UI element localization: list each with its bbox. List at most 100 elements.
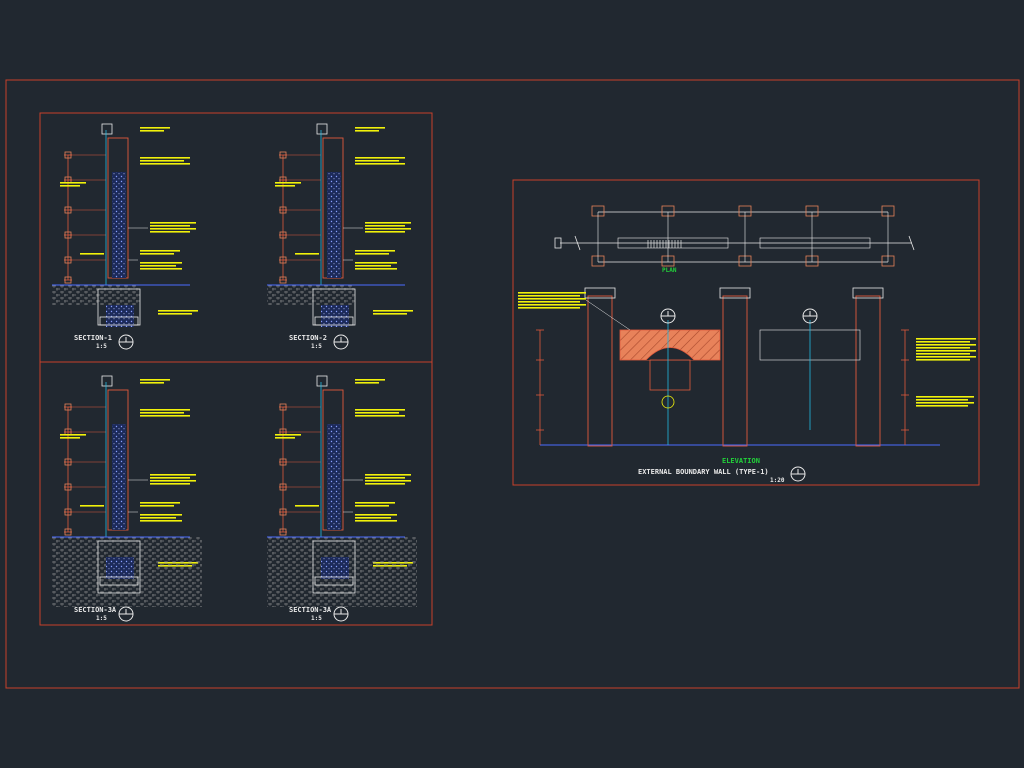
annotation-note-icon (140, 250, 180, 255)
annotation-note-icon (355, 262, 397, 270)
annotation-note-bar (373, 310, 413, 312)
annotation-note-bar (140, 520, 182, 522)
pillar-cap (719, 287, 751, 299)
annotation-note-bar (355, 382, 379, 384)
annotation-note-bar (140, 160, 184, 162)
annotation-note-bar (355, 520, 397, 522)
annotation-note-icon (295, 505, 319, 507)
annotation-note-bar (355, 412, 399, 414)
annotation-note-icon (140, 127, 170, 132)
annotation-note-bar (365, 480, 411, 482)
annotation-note-bar (916, 405, 968, 407)
soil-fill (52, 285, 140, 305)
annotation-note-bar (150, 483, 190, 485)
annotation-note-icon (373, 310, 413, 315)
annotation-note-bar (140, 250, 180, 252)
annotation-note-bar (365, 477, 405, 479)
plan-drawing (554, 205, 915, 267)
annotation-note-icon (140, 502, 180, 507)
annotation-note-bar (355, 502, 395, 504)
annotation-note-bar (916, 396, 974, 398)
annotation-note-bar (355, 253, 389, 255)
annotation-note-bar (295, 505, 319, 507)
elevation-panel: PLAN ELEVATION EXTERNAL BOUNDARY WALL (TYP… (518, 205, 976, 484)
annotation-note-icon (916, 338, 976, 361)
annotation-note-bar (140, 382, 164, 384)
elevation-subtitle: EXTERNAL BOUNDARY WALL (TYPE-1) (638, 468, 769, 476)
annotation-note-bar (158, 310, 198, 312)
annotation-note-icon (355, 379, 385, 384)
annotation-note-bar (355, 250, 395, 252)
annotation-note-bar (518, 307, 580, 309)
annotation-note-bar (355, 157, 405, 159)
annotation-note-bar (140, 163, 190, 165)
annotation-note-bar (355, 409, 405, 411)
annotation-note-bar (150, 228, 196, 230)
annotation-note-icon (158, 310, 198, 315)
annotation-note-icon (355, 514, 397, 522)
annotation-note-bar (365, 222, 411, 224)
annotation-note-icon (150, 474, 196, 485)
section-scale: 1:5 (311, 343, 322, 350)
annotation-note-bar (365, 231, 405, 233)
elevation-drawing (518, 287, 976, 447)
annotation-note-bar (355, 268, 397, 270)
annotation-note-bar (275, 434, 301, 436)
annotation-note-bar (365, 225, 405, 227)
elevation-panel-border (512, 179, 980, 486)
footing-concrete (106, 305, 134, 327)
annotation-note-bar (140, 262, 182, 264)
wall-section-4: SECTION-3A1:5 (267, 375, 417, 622)
section-scale: 1:5 (311, 615, 322, 622)
annotation-note-bar (916, 402, 974, 404)
annotation-note-bar (140, 130, 164, 132)
annotation-note-bar (140, 514, 182, 516)
wall-section-2: SECTION-21:5 (267, 123, 413, 350)
annotation-note-bar (916, 347, 970, 349)
annotation-note-bar (518, 298, 586, 300)
annotation-note-bar (140, 379, 170, 381)
annotation-note-bar (150, 480, 196, 482)
annotation-note-bar (140, 502, 180, 504)
annotation-note-icon (140, 514, 182, 522)
elevation-title: ELEVATION (722, 457, 760, 465)
annotation-note-bar (916, 353, 970, 355)
annotation-note-bar (140, 265, 176, 267)
annotation-note-bar (60, 185, 80, 187)
annotation-note-icon (150, 222, 196, 233)
line (585, 299, 631, 331)
cad-drawing-canvas[interactable]: SECTION-11:5SECTION-21:5SECTION-3A1:5SEC… (0, 0, 1024, 768)
annotation-note-icon (275, 182, 301, 187)
section-title: SECTION-1 (74, 334, 112, 342)
annotation-note-bar (80, 253, 104, 255)
annotation-note-bar (355, 505, 389, 507)
section-marker-icon (790, 466, 806, 482)
annotation-note-icon (355, 409, 405, 417)
annotation-note-bar (140, 505, 174, 507)
wall-core-fill (112, 172, 126, 278)
annotation-note-icon (355, 127, 385, 132)
annotation-note-bar (916, 350, 976, 352)
pillar-outline (722, 295, 748, 447)
pillar-outline (855, 295, 881, 447)
section-title: SECTION-3A (289, 606, 332, 614)
annotation-note-bar (140, 157, 190, 159)
wall-section-3: SECTION-3A1:5 (52, 375, 202, 622)
annotation-note-bar (916, 338, 976, 340)
section-marker-icon (118, 334, 134, 350)
annotation-note-bar (60, 182, 86, 184)
annotation-note-bar (355, 265, 391, 267)
annotation-note-bar (60, 437, 80, 439)
annotation-note-bar (518, 295, 580, 297)
annotation-note-bar (518, 304, 586, 306)
footing-concrete (321, 557, 349, 579)
annotation-note-icon (355, 250, 395, 255)
annotation-note-bar (150, 231, 190, 233)
pillar-cap (584, 287, 616, 299)
footing-concrete (106, 557, 134, 579)
annotation-note-icon (365, 222, 411, 233)
annotation-note-bar (60, 434, 86, 436)
wall-core-fill (327, 424, 341, 530)
annotation-note-bar (916, 344, 976, 346)
annotation-note-bar (275, 182, 301, 184)
